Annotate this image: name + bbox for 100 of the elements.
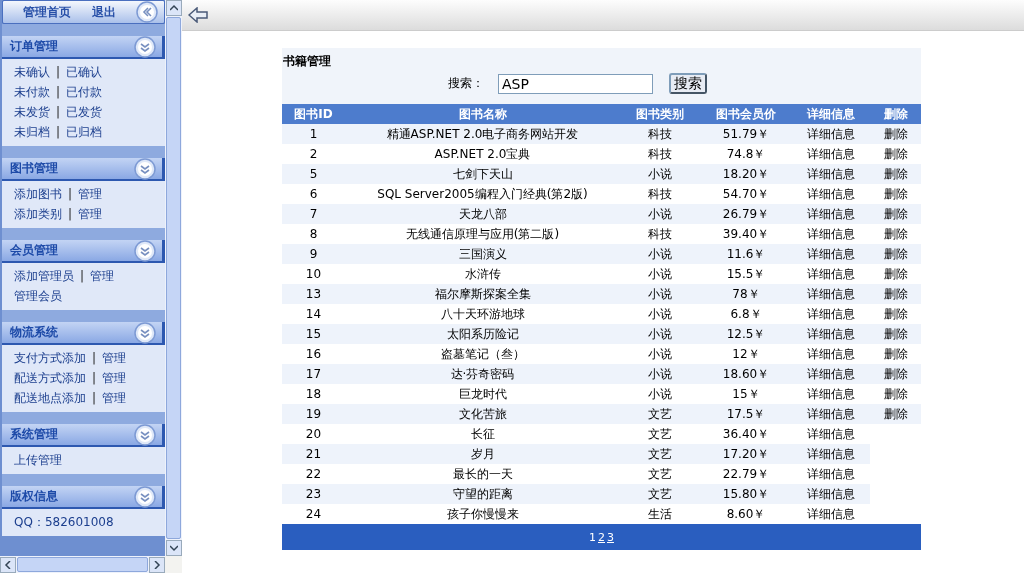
section-header[interactable]: 图书管理 [2, 158, 165, 181]
sidebar-link[interactable]: 管理 [78, 185, 103, 203]
table-cell: 78￥ [700, 284, 792, 304]
table-cell: 小说 [620, 324, 700, 344]
separator-text: | [80, 269, 85, 283]
delete-link[interactable]: 删除 [870, 204, 921, 224]
expand-icon[interactable] [134, 485, 156, 508]
separator-text: | [56, 125, 61, 139]
expand-icon[interactable] [134, 35, 156, 58]
section-header[interactable]: 物流系统 [2, 322, 165, 345]
section-header[interactable]: 版权信息 [2, 486, 165, 509]
sidebar-link[interactable]: 管理会员 [14, 287, 62, 305]
sidebar-link[interactable]: 添加类别 [14, 205, 62, 223]
detail-link[interactable]: 详细信息 [792, 344, 870, 364]
sidebar-link[interactable]: 管理 [102, 369, 127, 387]
sidebar-link[interactable]: 管理 [102, 349, 127, 367]
detail-link[interactable]: 详细信息 [792, 364, 870, 384]
separator-text: | [56, 85, 61, 99]
delete-link[interactable]: 删除 [870, 344, 921, 364]
detail-link[interactable]: 详细信息 [792, 304, 870, 324]
expand-icon[interactable] [134, 157, 156, 180]
detail-link[interactable]: 详细信息 [792, 184, 870, 204]
back-arrow-icon[interactable] [188, 7, 208, 23]
table-cell: 18 [282, 384, 345, 404]
sidebar-link[interactable]: 未确认 [14, 63, 50, 81]
detail-link[interactable]: 详细信息 [792, 464, 870, 484]
table-cell: 19 [282, 404, 345, 424]
section-header[interactable]: 订单管理 [2, 36, 165, 59]
detail-link[interactable]: 详细信息 [792, 324, 870, 344]
detail-link[interactable]: 详细信息 [792, 264, 870, 284]
expand-icon[interactable] [134, 239, 156, 262]
detail-link[interactable]: 详细信息 [792, 224, 870, 244]
collapse-icon[interactable] [136, 1, 158, 23]
search-button[interactable]: 搜索 [669, 73, 707, 94]
section-title[interactable]: 会员管理 [10, 242, 58, 259]
sidebar-link[interactable]: 添加管理员 [14, 267, 74, 285]
sidebar-link[interactable]: 配送地点添加 [14, 389, 86, 407]
table-cell: 18.60￥ [700, 364, 792, 384]
delete-link[interactable]: 删除 [870, 404, 921, 424]
delete-link[interactable]: 删除 [870, 144, 921, 164]
section-title[interactable]: 物流系统 [10, 324, 58, 341]
detail-link[interactable]: 详细信息 [792, 444, 870, 464]
delete-link[interactable]: 删除 [870, 184, 921, 204]
table-cell: 文艺 [620, 484, 700, 504]
sidebar-link[interactable]: 已发货 [66, 103, 103, 121]
delete-link[interactable]: 删除 [870, 264, 921, 284]
detail-link[interactable]: 详细信息 [792, 164, 870, 184]
detail-link[interactable]: 详细信息 [792, 144, 870, 164]
delete-link[interactable]: 删除 [870, 304, 921, 324]
section-title[interactable]: 系统管理 [10, 426, 58, 443]
separator-text: | [56, 65, 61, 79]
page-link[interactable]: 1 [589, 530, 596, 544]
sidebar-link[interactable]: 上传管理 [14, 451, 62, 469]
table-cell: 17.20￥ [700, 444, 792, 464]
detail-link[interactable]: 详细信息 [792, 504, 870, 524]
delete-link[interactable]: 删除 [870, 244, 921, 264]
sidebar-link[interactable]: 未发货 [14, 103, 50, 121]
sidebar-link[interactable]: 已付款 [66, 83, 103, 101]
table-cell: 11.6￥ [700, 244, 792, 264]
detail-link[interactable]: 详细信息 [792, 204, 870, 224]
sidebar-link[interactable]: 未付款 [14, 83, 50, 101]
sidebar-link[interactable]: 退出 [91, 3, 116, 21]
detail-link[interactable]: 详细信息 [792, 124, 870, 144]
delete-link[interactable]: 删除 [870, 364, 921, 384]
delete-link[interactable]: 删除 [870, 124, 921, 144]
detail-link[interactable]: 详细信息 [792, 424, 870, 444]
expand-icon[interactable] [134, 423, 156, 446]
delete-link[interactable]: 删除 [870, 324, 921, 344]
table-cell: 23 [282, 484, 345, 504]
delete-link[interactable]: 删除 [870, 164, 921, 184]
section-title[interactable]: 版权信息 [10, 488, 58, 505]
detail-link[interactable]: 详细信息 [792, 284, 870, 304]
delete-link[interactable]: 删除 [870, 384, 921, 404]
sidebar-link[interactable]: 配送方式添加 [14, 369, 86, 387]
detail-link[interactable]: 详细信息 [792, 244, 870, 264]
table-cell: 科技 [620, 144, 700, 164]
section-header[interactable]: 系统管理 [2, 424, 165, 447]
sidebar-link[interactable]: 管理首页 [23, 3, 71, 21]
sidebar-link[interactable]: 支付方式添加 [14, 349, 86, 367]
section-header[interactable]: 会员管理 [2, 240, 165, 263]
section-title[interactable]: 图书管理 [10, 160, 58, 177]
search-field[interactable]: ASP [498, 73, 653, 94]
sidebar-link[interactable]: 未归档 [14, 123, 50, 141]
detail-link[interactable]: 详细信息 [792, 404, 870, 424]
sidebar-link[interactable]: 管理 [102, 389, 127, 407]
horizontal-scrollbar[interactable] [0, 556, 165, 573]
sidebar-link[interactable]: 添加图书 [14, 185, 62, 203]
delete-link[interactable]: 删除 [870, 284, 921, 304]
page-link[interactable]: 2 [598, 530, 605, 544]
sidebar-link[interactable]: 管理 [90, 267, 115, 285]
sidebar-link[interactable]: 已确认 [66, 63, 103, 81]
section-title[interactable]: 订单管理 [10, 38, 58, 55]
page-link[interactable]: 3 [607, 530, 614, 544]
expand-icon[interactable] [134, 321, 156, 344]
detail-link[interactable]: 详细信息 [792, 484, 870, 504]
vertical-scrollbar[interactable] [165, 0, 182, 556]
delete-link[interactable]: 删除 [870, 224, 921, 244]
sidebar-link[interactable]: 管理 [78, 205, 103, 223]
sidebar-link[interactable]: 已归档 [66, 123, 103, 141]
detail-link[interactable]: 详细信息 [792, 384, 870, 404]
